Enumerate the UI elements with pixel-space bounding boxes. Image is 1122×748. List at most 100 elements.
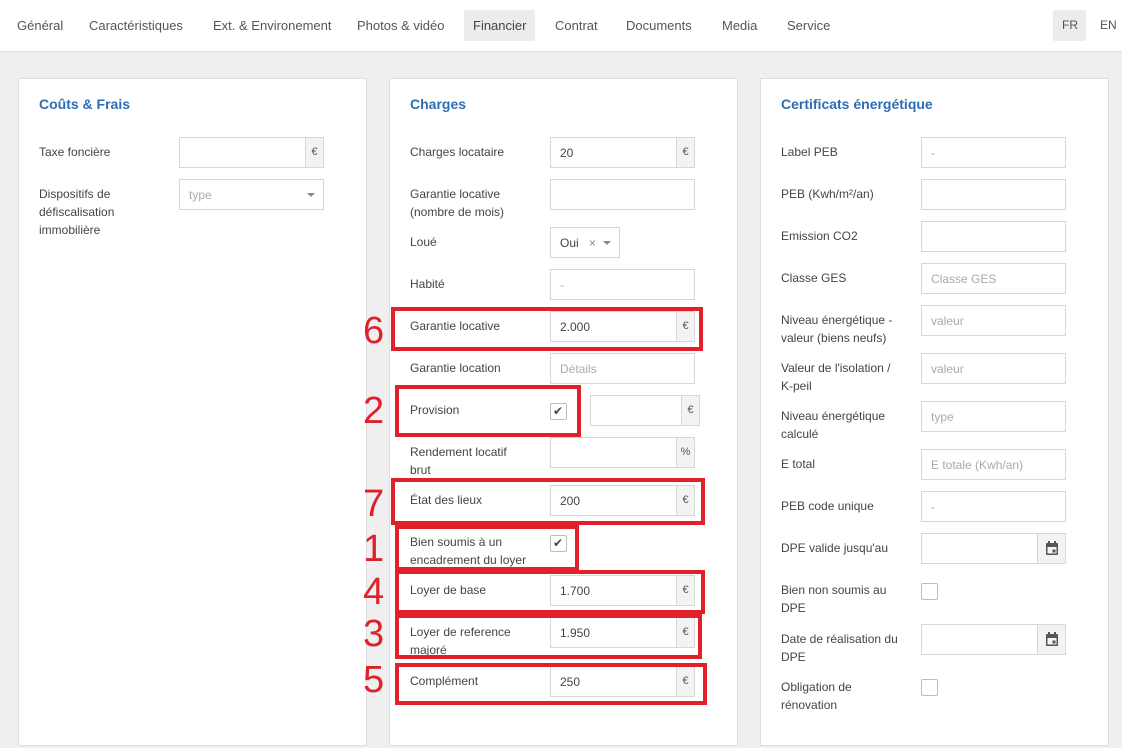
emission-co2-input[interactable] (921, 221, 1066, 252)
bien-non-soumis-label-line: DPE (781, 601, 806, 615)
tab-general[interactable]: Général (8, 10, 72, 41)
euro-suffix: € (676, 138, 694, 167)
annotation-number-4: 4 (363, 571, 385, 613)
date-dpe-label: Date de réalisation du DPE (781, 630, 898, 666)
peb-code-label: PEB code unique (781, 499, 874, 513)
peb-code-input[interactable]: - (921, 491, 1066, 522)
chevron-down-icon (307, 193, 315, 197)
tab-service[interactable]: Service (778, 10, 839, 41)
clear-icon[interactable]: × (589, 236, 596, 250)
highlight-complement (395, 663, 707, 705)
provision-input[interactable]: € (590, 395, 700, 426)
niveau-energetique-label: Niveau énergétique - valeur (biens neufs… (781, 311, 892, 347)
highlight-garantie-locative (391, 307, 703, 351)
charges-locataire-input[interactable]: 20 € (550, 137, 695, 168)
niveau-energetique-label-line: Niveau énergétique - (781, 313, 893, 327)
niveau-calcule-label: Niveau énergétique calculé (781, 407, 885, 443)
couts-frais-title: Coûts & Frais (39, 96, 131, 112)
rendement-input[interactable]: % (550, 437, 695, 468)
e-total-input[interactable]: E totale (Kwh/an) (921, 449, 1066, 480)
obligation-renovation-checkbox[interactable] (921, 679, 938, 696)
dispositifs-label-line: immobilière (39, 223, 101, 237)
calendar-icon[interactable] (1037, 625, 1065, 654)
loue-select[interactable]: Oui × (550, 227, 620, 258)
peb-code-placeholder: - (931, 500, 935, 514)
highlight-etat-des-lieux (391, 478, 705, 525)
bien-non-soumis-label: Bien non soumis au DPE (781, 581, 886, 617)
calendar-icon[interactable] (1037, 534, 1065, 563)
tab-financier[interactable]: Financier (464, 10, 535, 41)
emission-co2-label: Emission CO2 (781, 229, 858, 243)
obligation-renovation-label: Obligation de rénovation (781, 678, 852, 714)
garantie-mois-input[interactable] (550, 179, 695, 210)
tab-caracteristiques[interactable]: Caractéristiques (80, 10, 192, 41)
loue-label: Loué (410, 235, 437, 249)
dispositifs-label: Dispositifs de défiscalisation immobiliè… (39, 185, 114, 239)
niveau-energetique-placeholder: valeur (931, 314, 964, 328)
habite-placeholder: - (560, 278, 564, 292)
tab-media[interactable]: Media (713, 10, 766, 41)
habite-input[interactable]: - (550, 269, 695, 300)
euro-suffix: € (681, 396, 699, 425)
label-peb-input[interactable]: - (921, 137, 1066, 168)
isolation-label-line: K-peil (781, 379, 812, 393)
bien-non-soumis-checkbox[interactable] (921, 583, 938, 600)
annotation-number-7: 7 (363, 483, 385, 525)
percent-suffix: % (676, 438, 694, 467)
annotation-number-2: 2 (363, 390, 385, 432)
date-dpe-label-line: Date de réalisation du (781, 632, 898, 646)
annotation-number-3: 3 (363, 613, 385, 655)
lang-fr-button[interactable]: FR (1053, 10, 1086, 41)
certificats-title: Certificats énergétique (781, 96, 933, 112)
taxe-fonciere-label: Taxe foncière (39, 145, 111, 159)
highlight-loyer-reference (395, 614, 702, 659)
garantie-location-label: Garantie location (410, 361, 501, 375)
garantie-mois-label-line: (nombre de mois) (410, 205, 505, 219)
isolation-placeholder: valeur (931, 362, 964, 376)
garantie-mois-label-line: Garantie locative (410, 187, 501, 201)
taxe-fonciere-input[interactable]: € (179, 137, 324, 168)
e-total-label: E total (781, 457, 816, 471)
date-dpe-input[interactable] (921, 624, 1066, 655)
peb-kwh-input[interactable] (921, 179, 1066, 210)
isolation-input[interactable]: valeur (921, 353, 1066, 384)
tab-contrat[interactable]: Contrat (546, 10, 607, 41)
couts-frais-panel: Coûts & Frais Taxe foncière € Dispositif… (18, 78, 367, 746)
obligation-renovation-label-line: rénovation (781, 698, 838, 712)
niveau-calcule-label-line: Niveau énergétique (781, 409, 886, 423)
garantie-location-placeholder: Détails (560, 362, 597, 376)
charges-locataire-value: 20 (560, 146, 574, 160)
date-dpe-label-line: DPE (781, 650, 806, 664)
niveau-energetique-label-line: valeur (biens neufs) (781, 331, 887, 345)
tab-photos-video[interactable]: Photos & vidéo (348, 10, 453, 41)
label-peb-placeholder: - (931, 146, 935, 160)
highlight-provision (395, 385, 581, 437)
rendement-label: Rendement locatif brut (410, 443, 507, 479)
classe-ges-input[interactable]: Classe GES (921, 263, 1066, 294)
bien-non-soumis-label-line: Bien non soumis au (781, 583, 887, 597)
tab-documents[interactable]: Documents (617, 10, 701, 41)
garantie-mois-label: Garantie locative (nombre de mois) (410, 185, 504, 221)
dispositifs-placeholder: type (189, 188, 212, 202)
obligation-renovation-label-line: Obligation de (781, 680, 852, 694)
lang-en-button[interactable]: EN (1091, 10, 1122, 41)
rendement-label-line: brut (410, 463, 431, 477)
classe-ges-placeholder: Classe GES (931, 272, 997, 286)
isolation-label-line: Valeur de l'isolation / (781, 361, 891, 375)
dispositifs-select[interactable]: type (179, 179, 324, 210)
niveau-calcule-input[interactable]: type (921, 401, 1066, 432)
peb-kwh-label: PEB (Kwh/m²/an) (781, 187, 874, 201)
label-peb-label: Label PEB (781, 145, 838, 159)
top-nav-bar: Général Caractéristiques Ext. & Environe… (0, 0, 1122, 52)
dispositifs-label-line: Dispositifs de (39, 187, 111, 201)
loue-value: Oui (560, 236, 579, 250)
charges-locataire-label: Charges locataire (410, 145, 505, 159)
garantie-location-input[interactable]: Détails (550, 353, 695, 384)
niveau-calcule-label-line: calculé (781, 427, 819, 441)
dpe-valide-date-input[interactable] (921, 533, 1066, 564)
niveau-energetique-input[interactable]: valeur (921, 305, 1066, 336)
habite-label: Habité (410, 277, 445, 291)
tab-ext-environement[interactable]: Ext. & Environement (204, 10, 341, 41)
highlight-bien-soumis (395, 525, 579, 571)
isolation-label: Valeur de l'isolation / K-peil (781, 359, 890, 395)
